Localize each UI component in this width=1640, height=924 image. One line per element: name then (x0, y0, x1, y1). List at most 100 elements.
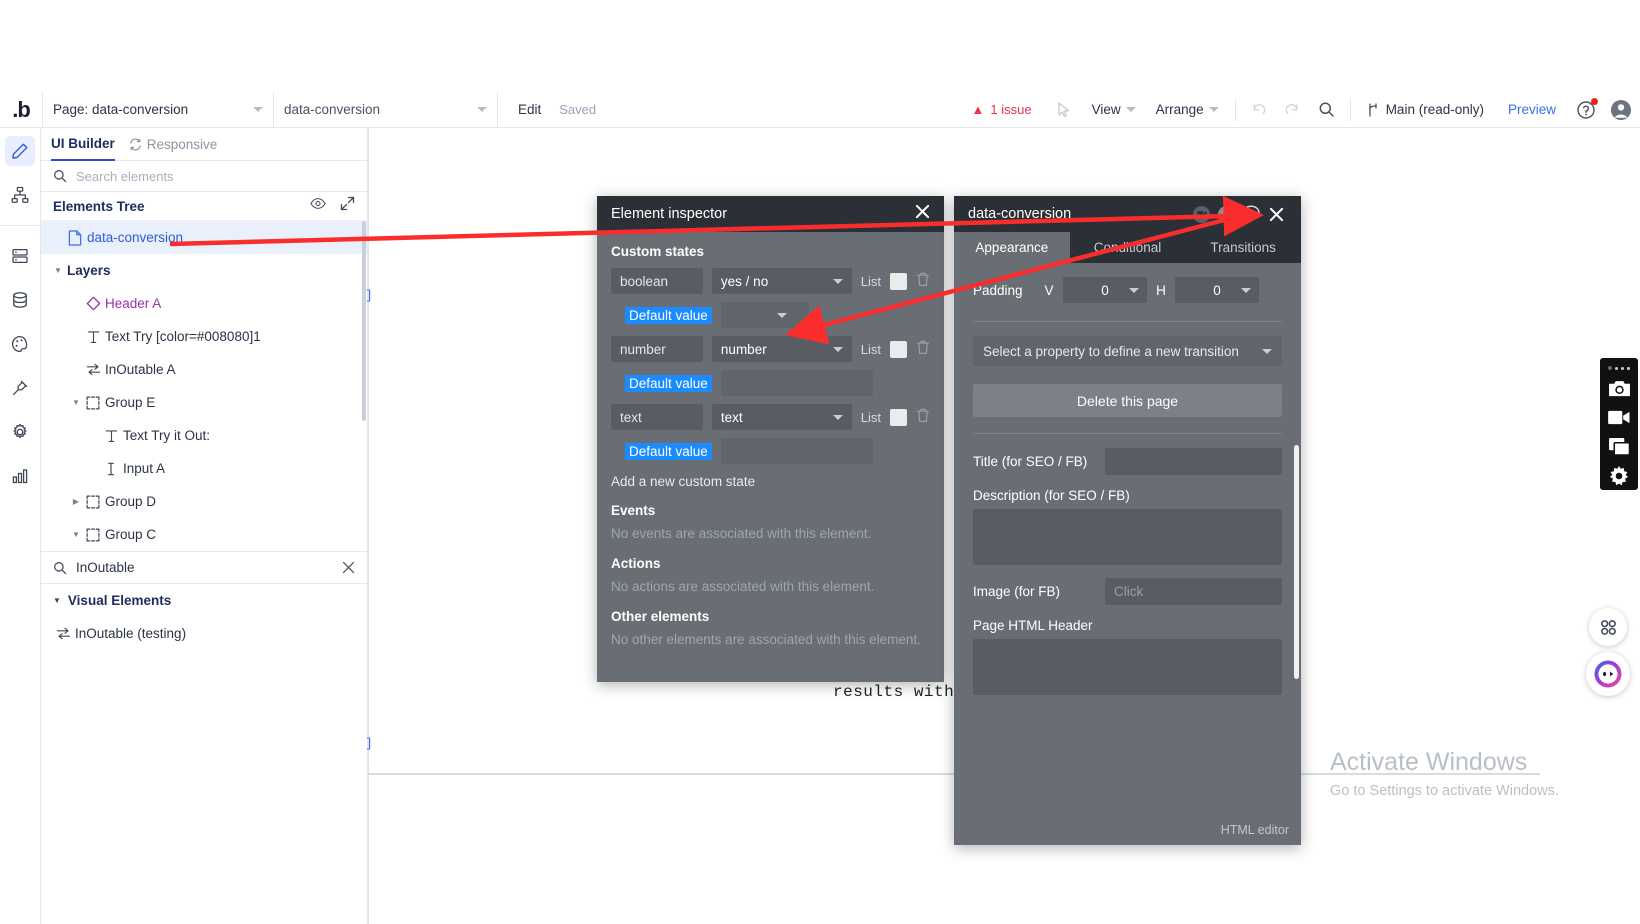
tree-item-text-try-color-008080-1[interactable]: Text Try [color=#008080]1 (41, 320, 367, 353)
delete-state-icon[interactable] (916, 408, 930, 426)
page-properties-dialog[interactable]: data-conversion Appearance Conditional T… (954, 196, 1301, 845)
page-html-header-input[interactable] (973, 639, 1282, 695)
list-checkbox[interactable] (890, 272, 907, 290)
help-button[interactable] (1570, 92, 1602, 128)
preview-button[interactable]: Preview (1494, 102, 1570, 117)
input-icon (101, 462, 121, 476)
chevron-down-icon[interactable]: ▼ (51, 266, 65, 275)
seo-description-input[interactable] (973, 509, 1282, 565)
edit-label[interactable]: Edit (518, 102, 541, 117)
gear-icon[interactable] (1604, 461, 1634, 490)
rail-item-logs[interactable] (5, 461, 35, 491)
rail-item-database[interactable] (5, 285, 35, 315)
tree-item-group-d[interactable]: ▶ Group D (41, 485, 367, 518)
tab-conditional[interactable]: Conditional (1070, 232, 1186, 263)
search-button[interactable] (1310, 92, 1344, 128)
default-value-input[interactable] (720, 370, 873, 396)
comment-icon[interactable] (1240, 203, 1262, 225)
video-icon[interactable] (1604, 403, 1634, 432)
branch-selector[interactable]: Main (read-only) (1357, 102, 1494, 118)
camera-icon[interactable] (1604, 374, 1634, 403)
seo-title-input[interactable] (1105, 448, 1282, 475)
chevron-down-icon (477, 107, 487, 112)
cursor-tool-button[interactable] (1048, 92, 1082, 128)
apps-grid-button[interactable] (1589, 608, 1627, 646)
expand-icon[interactable] (340, 196, 355, 216)
delete-state-icon[interactable] (916, 340, 930, 358)
custom-state-type-select[interactable]: number (711, 336, 852, 362)
padding-vertical-input[interactable]: 0 (1063, 277, 1147, 303)
visual-element-item[interactable]: InOutable (testing) (41, 617, 367, 650)
tree-item-layers[interactable]: ▼ Layers (41, 254, 367, 287)
chevron-down-icon[interactable]: ▼ (69, 398, 83, 407)
tree-item-inoutable-a[interactable]: InOutable A (41, 353, 367, 386)
list-checkbox[interactable] (890, 340, 907, 358)
tree-item-input-a[interactable]: Input A (41, 452, 367, 485)
tree-item-group-e[interactable]: ▼ Group E (41, 386, 367, 419)
clear-icon[interactable] (342, 561, 355, 574)
page-properties-titlebar[interactable]: data-conversion (954, 196, 1301, 232)
database-icon (13, 292, 27, 308)
redo-button[interactable] (1276, 92, 1310, 128)
chevron-down-icon[interactable]: ▼ (69, 530, 83, 539)
info-icon[interactable] (1215, 203, 1237, 225)
rail-item-styles[interactable] (5, 329, 35, 359)
search-elements-field[interactable]: Search elements (41, 161, 367, 192)
arrange-menu[interactable]: Arrange (1146, 102, 1229, 117)
rail-item-design[interactable] (5, 136, 35, 166)
tree-item-text-try-it-out[interactable]: Text Try it Out: (41, 419, 367, 452)
custom-state-type-select[interactable]: yes / no (711, 268, 852, 294)
visibility-eye-icon[interactable] (310, 197, 326, 215)
delete-state-icon[interactable] (916, 272, 930, 290)
tree-item-header-a[interactable]: Header A (41, 287, 367, 320)
screen-recorder-toolbar[interactable] (1600, 358, 1638, 490)
element-selector[interactable]: data-conversion (274, 91, 498, 128)
default-value-input[interactable] (720, 302, 809, 328)
element-inspector-titlebar[interactable]: Element inspector (597, 196, 944, 232)
tab-transitions[interactable]: Transitions (1185, 232, 1301, 263)
page-properties-scrollbar[interactable] (1294, 445, 1299, 679)
bubble-logo[interactable]: .b (0, 92, 42, 128)
custom-state-name-input[interactable]: number (611, 336, 703, 362)
visual-elements-header[interactable]: ▼ Visual Elements (41, 584, 367, 617)
page-selector[interactable]: Page: data-conversion (42, 91, 274, 128)
padding-horizontal-input[interactable]: 0 (1175, 277, 1259, 303)
seo-image-upload-button[interactable]: Click (1105, 578, 1282, 605)
custom-state-name-input[interactable]: boolean (611, 268, 703, 294)
close-icon[interactable] (915, 204, 930, 224)
add-custom-state-link[interactable]: Add a new custom state (611, 474, 930, 489)
transition-property-select[interactable]: Select a property to define a new transi… (973, 336, 1282, 366)
video-record-icon[interactable] (1190, 203, 1212, 225)
delete-page-button[interactable]: Delete this page (973, 384, 1282, 417)
undo-button[interactable] (1242, 92, 1276, 128)
close-icon[interactable] (1265, 203, 1287, 225)
custom-state-row: number number List (611, 336, 930, 362)
custom-state-type-select[interactable]: text (711, 404, 852, 430)
chevron-right-icon[interactable]: ▶ (69, 497, 83, 506)
tree-item-data-conversion[interactable]: data-conversion (41, 221, 367, 254)
view-menu[interactable]: View (1082, 102, 1146, 117)
toolbar-drag-handle[interactable] (1608, 362, 1630, 374)
rail-item-workflow[interactable] (5, 180, 35, 210)
list-checkbox[interactable] (890, 408, 907, 426)
rail-item-settings[interactable] (5, 417, 35, 447)
element-inspector-dialog[interactable]: Element inspector Custom states boolean y… (597, 196, 944, 682)
assistant-button[interactable] (1586, 652, 1630, 696)
window-icon[interactable] (1604, 432, 1634, 461)
issue-indicator[interactable]: ▲ 1 issue (972, 102, 1048, 117)
seo-description-row: Description (for SEO / FB) (973, 488, 1282, 565)
tree-item-group-c[interactable]: ▼ Group C (41, 518, 367, 551)
custom-state-name-input[interactable]: text (611, 404, 703, 430)
chevron-down-icon: ▼ (53, 596, 61, 605)
custom-state-default-row: Default value (611, 370, 930, 396)
rail-item-data-rows[interactable] (5, 241, 35, 271)
tab-ui-builder[interactable]: UI Builder (51, 127, 115, 161)
default-value-input[interactable] (720, 438, 873, 464)
avatar[interactable] (1602, 92, 1640, 128)
tab-appearance[interactable]: Appearance (954, 232, 1070, 263)
tree-scrollbar[interactable] (362, 221, 366, 421)
element-filter-field[interactable]: InOutable (41, 551, 367, 584)
tab-responsive[interactable]: Responsive (129, 128, 217, 160)
html-editor-link[interactable]: HTML editor (1221, 823, 1289, 837)
rail-item-plugins[interactable] (5, 373, 35, 403)
